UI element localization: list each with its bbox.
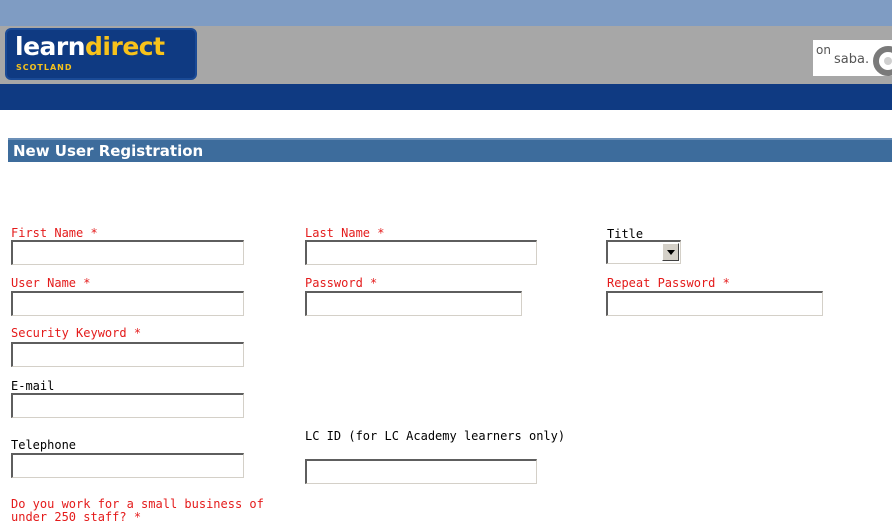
repeat-password-label: Repeat Password * [607,276,730,290]
saba-swirl-icon [873,46,892,76]
first-name-input[interactable] [11,240,244,265]
top-strip [0,0,892,26]
logo-word-learn: learn [15,32,86,61]
title-select[interactable] [606,240,681,264]
small-business-label: Do you work for a small business of unde… [11,497,264,524]
lc-id-input[interactable] [305,459,537,484]
email-label: E-mail [11,379,55,393]
repeat-password-input[interactable] [606,291,823,316]
user-name-input[interactable] [11,291,244,316]
logo-region: SCOTLAND [16,63,73,72]
logo-wordmark: learndirect [15,32,165,61]
chevron-down-icon[interactable] [662,243,679,261]
password-input[interactable] [305,291,522,316]
first-name-label: First Name * [11,226,98,240]
security-keyword-input[interactable] [11,342,244,367]
last-name-input[interactable] [305,240,537,265]
page-title: New User Registration [8,138,892,162]
user-name-label: User Name * [11,276,91,290]
last-name-label: Last Name * [305,226,385,240]
security-keyword-label: Security Keyword * [11,326,142,340]
lc-id-label: LC ID (for LC Academy learners only) [305,429,566,443]
saba-logo: on saba. [813,40,892,76]
telephone-input[interactable] [11,453,244,478]
nav-bar [0,84,892,110]
password-label: Password * [305,276,378,290]
telephone-label: Telephone [11,438,77,452]
saba-logo-name: saba. [834,52,870,67]
learndirect-logo[interactable]: learndirect SCOTLAND [5,28,197,80]
email-input[interactable] [11,393,244,418]
logo-word-direct: direct [85,32,165,61]
saba-logo-prefix: on [816,43,831,57]
